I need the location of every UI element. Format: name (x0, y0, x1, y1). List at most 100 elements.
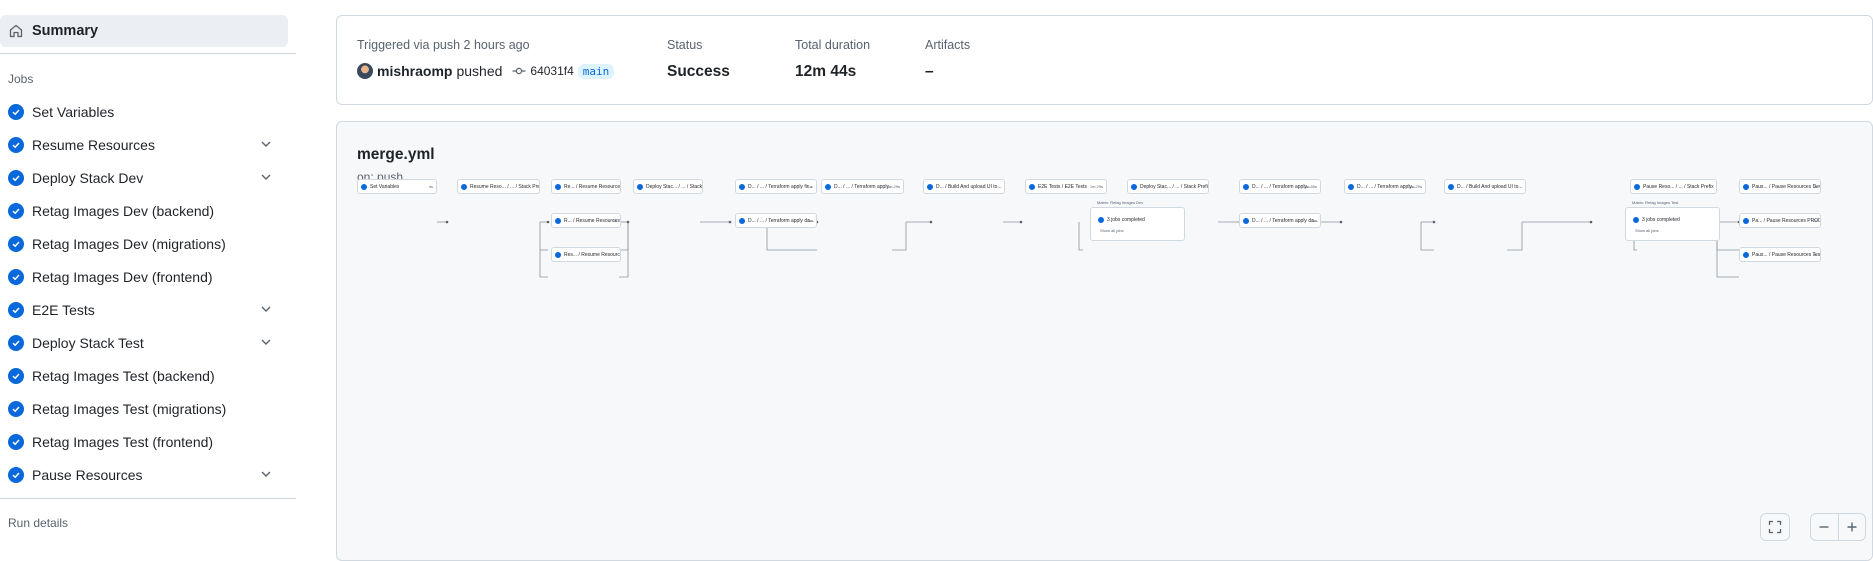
job-node-time: 1m (807, 184, 813, 189)
sidebar-item-retag-images-test-frontend[interactable]: Retag Images Test (frontend) (0, 425, 288, 458)
job-node[interactable]: D... / Build And upload UI to... (923, 179, 1005, 194)
divider (0, 498, 296, 499)
job-node-label: D... / ... / Terraform apply... (1357, 183, 1416, 190)
workflow-graph-card: merge.yml on: push Set Variables 4s Resu… (336, 121, 1873, 561)
job-node[interactable]: E2E Tests / E2E Tests 1m 29s (1025, 179, 1107, 194)
job-node-time: 1m 55s (1303, 184, 1317, 189)
sidebar-item-deploy-stack-test[interactable]: Deploy Stack Test (0, 326, 288, 359)
duration-column: Total duration 12m 44s (795, 38, 870, 81)
action-text: pushed (456, 63, 503, 79)
check-circle-icon (8, 433, 24, 450)
job-node[interactable]: Deploy Stac... / ... / Stack Prefix (633, 179, 703, 194)
check-circle-icon (555, 183, 561, 190)
job-node-label: Paus... / Pause Resources Test (1752, 251, 1820, 258)
check-circle-icon (1098, 217, 1104, 223)
job-label: Pause Resources (32, 466, 143, 483)
job-node[interactable]: D... / ... / Terraform apply... 1m 29s (821, 179, 904, 194)
job-node-time: 0s (1812, 252, 1817, 257)
chevron-down-icon[interactable] (260, 468, 272, 480)
sidebar-item-retag-images-dev-backend[interactable]: Retag Images Dev (backend) (0, 194, 288, 227)
sidebar-item-summary[interactable]: Summary (0, 15, 288, 47)
job-node[interactable]: D... / ... / Terraform apply... 1m 29s (1344, 179, 1426, 194)
sidebar-item-set-variables[interactable]: Set Variables (0, 95, 288, 128)
minus-icon (1819, 526, 1829, 528)
check-circle-icon (8, 136, 24, 153)
job-node-label: D... / ... / Terraform apply fir... (748, 183, 813, 190)
job-node[interactable]: D... / ... / Terraform apply da... 2m (735, 213, 817, 228)
job-node-time: 0s (612, 218, 617, 223)
status-label: Status (667, 38, 703, 52)
job-node[interactable]: Set Variables 4s (357, 179, 437, 194)
plus-icon (1847, 522, 1857, 532)
sidebar-item-retag-images-test-migrations[interactable]: Retag Images Test (migrations) (0, 392, 288, 425)
run-details-link[interactable]: Run details (8, 516, 68, 530)
job-node[interactable]: Paus... / Pause Resources Dev 0s (1739, 179, 1821, 194)
chevron-down-icon[interactable] (260, 138, 272, 150)
matrix-group[interactable]: 3 jobs completed Show all jobs (1625, 207, 1720, 241)
job-node-label: Re... / Resume Resources Dev (564, 183, 620, 190)
check-circle-icon (1131, 183, 1137, 190)
check-circle-icon (1243, 183, 1249, 190)
sidebar-item-retag-images-dev-frontend[interactable]: Retag Images Dev (frontend) (0, 260, 288, 293)
job-node-label: D... / ... / Terraform apply... (834, 183, 893, 190)
commit-row: mishraomp pushed 64031f4 main (357, 63, 615, 79)
job-node-label: R... / Resume Resources PR... (564, 217, 620, 224)
job-node[interactable]: D... / ... / Terraform apply da... 2m (1239, 213, 1321, 228)
job-node-label: Deploy Stac... / ... / Stack Prefix (1140, 183, 1208, 190)
job-node-time: 2m (807, 218, 813, 223)
zoom-out-button[interactable] (1811, 514, 1838, 540)
trigger-text: Triggered via push 2 hours ago (357, 38, 530, 52)
job-node[interactable]: Paus... / Pause Resources Test 0s (1739, 247, 1821, 262)
job-node[interactable]: D... / ... / Terraform apply fir... 1m (735, 179, 817, 194)
check-circle-icon (8, 367, 24, 384)
jobs-heading: Jobs (8, 72, 34, 86)
check-circle-icon (1448, 183, 1454, 190)
matrix-group-header: Matrix: Retag Images Dev (1097, 200, 1144, 205)
job-node-label: Pa... / Pause Resources PROD (1752, 217, 1820, 224)
check-circle-icon (8, 301, 24, 318)
avatar[interactable] (357, 63, 373, 79)
zoom-in-button[interactable] (1837, 514, 1866, 540)
chevron-down-icon[interactable] (260, 171, 272, 183)
run-summary-card: Triggered via push 2 hours ago mishraomp… (336, 15, 1873, 105)
job-label: E2E Tests (32, 301, 95, 318)
git-commit-icon (512, 67, 526, 75)
sidebar-item-retag-images-test-backend[interactable]: Retag Images Test (backend) (0, 359, 288, 392)
chevron-down-icon[interactable] (260, 303, 272, 315)
job-node[interactable]: Res... / Resume Resources Test (551, 247, 621, 262)
actor-link[interactable]: mishraomp (377, 63, 452, 79)
fullscreen-button[interactable] (1760, 513, 1790, 541)
job-node[interactable]: Deploy Stac... / ... / Stack Prefix (1127, 179, 1209, 194)
job-label: Resume Resources (32, 136, 155, 153)
matrix-group[interactable]: 3 jobs completed Show all jobs (1090, 207, 1185, 241)
check-circle-icon (1348, 183, 1354, 190)
check-circle-icon (1743, 251, 1749, 258)
show-all-jobs-link[interactable]: Show all jobs (1635, 228, 1659, 233)
job-node-time: 1m 29s (1089, 184, 1103, 189)
sidebar-item-pause-resources[interactable]: Pause Resources (0, 458, 288, 491)
matrix-group-label: 3 jobs completed (1642, 217, 1680, 223)
check-circle-icon (1634, 183, 1640, 190)
job-node[interactable]: Pa... / Pause Resources PROD 0s (1739, 213, 1821, 228)
sidebar-item-retag-images-dev-migrations[interactable]: Retag Images Dev (migrations) (0, 227, 288, 260)
matrix-group-header: Matrix: Retag Images Test (1632, 200, 1679, 205)
job-label: Retag Images Test (frontend) (32, 433, 214, 450)
job-node[interactable]: Resume Reso... / ... / Stack Prefix (457, 179, 540, 194)
job-node[interactable]: R... / Resume Resources PR...0s (551, 213, 621, 228)
job-node-label: Resume Reso... / ... / Stack Prefix (470, 183, 539, 190)
house-icon (9, 24, 23, 38)
chevron-down-icon[interactable] (260, 336, 272, 348)
job-node-time: 0s (1812, 218, 1817, 223)
sidebar-item-resume-resources[interactable]: Resume Resources (0, 128, 288, 161)
job-node[interactable]: Re... / Resume Resources Dev (551, 179, 621, 194)
job-node[interactable]: D... / ... / Terraform apply... 1m 55s (1239, 179, 1321, 194)
commit-sha-link[interactable]: 64031f4 (530, 64, 573, 78)
sidebar-item-deploy-stack-dev[interactable]: Deploy Stack Dev (0, 161, 288, 194)
job-node-label: Pause Reso... / ... / Stack Prefix (1643, 183, 1714, 190)
sidebar-item-e2e-tests[interactable]: E2E Tests (0, 293, 288, 326)
branch-badge[interactable]: main (577, 63, 615, 79)
job-node[interactable]: D... / Build And upload UI to... (1444, 179, 1526, 194)
job-node[interactable]: Pause Reso... / ... / Stack Prefix (1630, 179, 1717, 194)
check-circle-icon (637, 183, 643, 190)
show-all-jobs-link[interactable]: Show all jobs (1100, 228, 1124, 233)
